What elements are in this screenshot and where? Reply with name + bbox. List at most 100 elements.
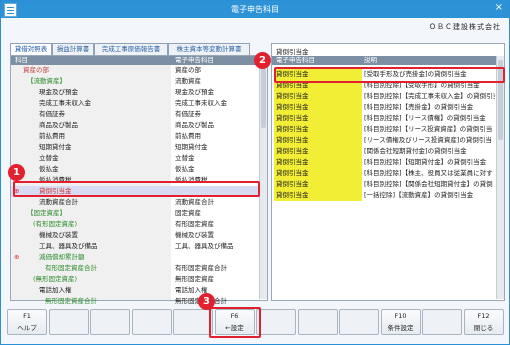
e-filing-account: 前払費用	[175, 132, 201, 140]
candidate-row[interactable]: 貸倒引当金 [科目別控除]【リース債権】の貸倒引当金	[272, 113, 496, 124]
account-row[interactable]: 流動資産合計 流動資産合計	[11, 197, 259, 208]
account-row[interactable]: ⊕ 減価償却累計額	[11, 252, 259, 263]
expand-icon[interactable]	[14, 87, 22, 98]
expand-icon[interactable]	[14, 230, 22, 241]
account-row[interactable]: 立替金 立替金	[11, 153, 259, 164]
candidate-row[interactable]: 貸倒引当金 [科目別控除]【完成工事未収入金】の貸倒引当	[272, 91, 496, 102]
e-filing-account: 立替金	[175, 154, 195, 162]
expand-icon[interactable]	[14, 142, 22, 153]
function-key-f12[interactable]: F12 閉じる	[463, 309, 504, 335]
e-filing-account: 有価証券	[175, 110, 201, 118]
candidate-description: [一括控除]【流動資産】の貸倒引当金	[364, 191, 474, 199]
account-row[interactable]: (無形固定資産) 無形固定資産	[11, 274, 259, 285]
function-key-empty[interactable]	[173, 309, 213, 335]
expand-icon[interactable]	[14, 208, 22, 219]
e-filing-account: 仮払金	[175, 165, 195, 173]
expand-icon[interactable]	[14, 131, 22, 142]
account-row[interactable]: 有価証券 有価証券	[11, 109, 259, 120]
function-key-label: 閉じる	[473, 324, 494, 332]
candidate-row[interactable]: 貸倒引当金 [科目別控除]【短期貸付金】の貸倒引当金	[272, 157, 496, 168]
e-filing-account: 流動資産合計	[175, 198, 214, 206]
candidate-description: [科目別控除]【売掛金】の貸倒引当金	[364, 103, 474, 111]
candidate-row[interactable]: 貸倒引当金 [科目別控除]【リース投資資産】の貸倒引当	[272, 124, 496, 135]
account-row[interactable]: 資産の部 資産の部	[11, 65, 259, 76]
left-scroll-thumb[interactable]	[261, 68, 266, 128]
expand-icon[interactable]	[14, 263, 22, 274]
account-row[interactable]: 前払費用 前払費用	[11, 131, 259, 142]
account-row[interactable]: 商品及び製品 商品及び製品	[11, 120, 259, 131]
expand-icon[interactable]	[14, 76, 22, 87]
highlight-candidate-row	[274, 67, 505, 83]
expand-icon[interactable]	[14, 109, 22, 120]
function-key-empty[interactable]	[90, 309, 130, 335]
expand-icon[interactable]	[14, 65, 22, 76]
expand-icon[interactable]	[14, 98, 22, 109]
account-row[interactable]: 電話加入権 電話加入権	[11, 285, 259, 296]
candidate-row[interactable]: 貸倒引当金 [一括控除]【流動資産】の貸倒引当金	[272, 190, 496, 201]
account-name: 資産の部	[23, 66, 49, 74]
account-name: 【流動資産】	[27, 77, 66, 85]
function-key-empty[interactable]	[422, 309, 462, 335]
candidate-account: 貸倒引当金	[274, 102, 362, 113]
e-filing-account: 資産の部	[175, 66, 201, 74]
expand-icon[interactable]	[14, 274, 22, 285]
candidate-description: [科目別控除]【リース投資資産】の貸倒引当	[364, 125, 493, 133]
candidate-description: [科目別控除]【完成工事未収入金】の貸倒引当	[364, 92, 495, 100]
function-key-f1[interactable]: F1 ヘルプ	[7, 309, 47, 335]
account-name: (無形固定資産)	[33, 275, 78, 283]
account-name: 立替金	[39, 154, 59, 162]
function-key-number: F1	[23, 312, 31, 320]
account-name: 現金及び預金	[39, 88, 78, 96]
function-key-f10[interactable]: F10 条件設定	[380, 309, 421, 335]
account-name: 機械及び装置	[39, 231, 78, 239]
expand-icon[interactable]	[14, 120, 22, 131]
account-row[interactable]: 【固定資産】 固定資産	[11, 208, 259, 219]
function-key-number: F12	[477, 312, 490, 320]
account-row[interactable]: 仮払金 仮払金	[11, 164, 259, 175]
e-filing-account: 電話加入権	[175, 286, 208, 294]
expand-icon[interactable]	[14, 285, 22, 296]
left-table-header: 科目 電子申告科目	[11, 56, 259, 65]
function-key-empty[interactable]	[131, 309, 172, 335]
expand-icon[interactable]	[14, 197, 22, 208]
e-filing-account: 機械及び装置	[175, 231, 214, 239]
account-row[interactable]: 【流動資産】 流動資産	[11, 76, 259, 87]
account-row[interactable]: 短期貸付金 短期貸付金	[11, 142, 259, 153]
candidate-row[interactable]: 貸倒引当金 [科目別控除]【関係会社短期貸付金】の貸倒	[272, 179, 496, 190]
candidate-row[interactable]: 貸倒引当金 [科目別控除]【株主、役員又は従業員に対す	[272, 168, 496, 179]
account-row[interactable]: 機械及び装置 機械及び装置	[11, 230, 259, 241]
dialog-window: 電子申告科目 × ＯＢＣ建設株式会社 貸借対照表 損益計算書 完成工事原価報告書…	[0, 0, 510, 345]
function-key-empty[interactable]	[256, 309, 296, 335]
account-row[interactable]: 現金及び預金 現金及び預金	[11, 87, 259, 98]
close-icon[interactable]: ×	[495, 2, 503, 13]
left-scrollbar[interactable]	[259, 56, 267, 299]
account-name: 短期貸付金	[39, 143, 72, 151]
right-scrollbar[interactable]	[496, 56, 504, 299]
candidate-account: 貸倒引当金	[274, 190, 362, 201]
account-name: 完成工事未収入金	[39, 99, 91, 107]
function-key-number: F10	[394, 312, 407, 320]
account-name: (有形固定資産)	[33, 220, 78, 228]
account-row[interactable]: (有形固定資産) 有形固定資産	[11, 219, 259, 230]
account-row[interactable]: 工具、器具及び備品 工具、器具及び備品	[11, 241, 259, 252]
candidate-description: [科目別控除]【短期貸付金】の貸倒引当金	[364, 158, 487, 166]
account-name: 減価償却累計額	[39, 253, 85, 261]
expand-icon[interactable]	[14, 241, 22, 252]
candidate-row[interactable]: 貸倒引当金 [リース債権及びリース投資資産]の貸倒引当	[272, 135, 496, 146]
account-row[interactable]: 有形固定資産合計 有形固定資産合計	[11, 263, 259, 274]
expand-icon[interactable]: ⊕	[14, 252, 22, 263]
candidate-row[interactable]: 貸倒引当金 [科目別控除]【売掛金】の貸倒引当金	[272, 102, 496, 113]
account-name: 流動資産合計	[39, 198, 78, 206]
candidate-account: 貸倒引当金	[274, 124, 362, 135]
account-row[interactable]: 完成工事未収入金 完成工事未収入金	[11, 98, 259, 109]
account-name: 前払費用	[39, 132, 65, 140]
candidate-account: 貸倒引当金	[274, 146, 362, 157]
function-key-empty[interactable]	[339, 309, 379, 335]
expand-icon[interactable]	[14, 219, 22, 230]
expand-icon[interactable]	[14, 153, 22, 164]
function-key-empty[interactable]	[297, 309, 338, 335]
highlight-selected-account	[13, 181, 260, 197]
candidate-row[interactable]: 貸倒引当金 [関係会社短期貸付金]の貸倒引当金	[272, 146, 496, 157]
header-description: 説明	[364, 56, 377, 64]
function-key-empty[interactable]	[48, 309, 89, 335]
